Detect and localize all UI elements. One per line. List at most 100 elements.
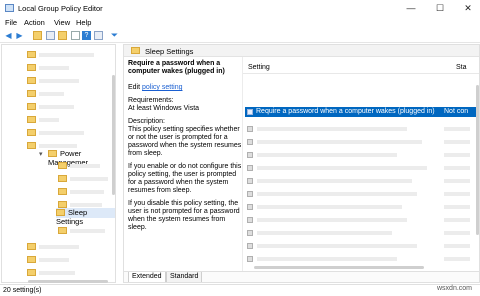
column-header-state[interactable]: Sta [456, 64, 467, 71]
folder-icon [27, 256, 36, 263]
tree-item[interactable] [58, 175, 108, 185]
help-icon[interactable]: ? [82, 31, 91, 40]
setting-row[interactable] [245, 163, 479, 173]
setting-row[interactable] [245, 124, 479, 134]
folder-icon [58, 162, 67, 169]
policy-setting-icon [247, 165, 253, 171]
settings-vertical-scrollbar[interactable] [476, 85, 479, 235]
tree-item[interactable] [27, 103, 74, 113]
tree-item[interactable] [27, 90, 64, 100]
folder-up-icon[interactable] [33, 31, 42, 40]
policy-setting-icon [247, 204, 253, 210]
tree-item[interactable] [27, 116, 59, 126]
properties-icon[interactable] [94, 31, 103, 40]
close-button[interactable]: ✕ [459, 1, 477, 15]
tree-item[interactable] [27, 243, 79, 253]
menu-file[interactable]: File [5, 18, 17, 27]
tree-item[interactable] [27, 64, 69, 74]
edit-policy-link[interactable]: policy setting [142, 84, 182, 91]
setting-row[interactable] [245, 189, 479, 199]
description-label: Description: This policy setting specifie… [128, 118, 242, 157]
setting-row[interactable] [245, 228, 479, 238]
details-pane: Sleep Settings Require a password when a… [123, 44, 480, 283]
policy-setting-icon [247, 217, 253, 223]
folder-icon [58, 227, 67, 234]
policy-setting-icon [247, 126, 253, 132]
watermark: wsxdn.com [437, 285, 473, 292]
tree-item[interactable] [58, 162, 100, 172]
tree-item-power-management[interactable]: ▾ Power Managemer [39, 149, 115, 167]
policy-setting-icon [247, 256, 253, 262]
folder-icon [58, 188, 67, 195]
setting-row-selected[interactable]: Require a password when a computer wakes… [245, 107, 479, 117]
tree-item[interactable] [58, 188, 104, 198]
folder-icon [58, 201, 67, 208]
policy-setting-icon [247, 178, 253, 184]
settings-horizontal-scrollbar[interactable] [254, 266, 424, 269]
policy-setting-icon [247, 109, 253, 115]
setting-row[interactable] [245, 215, 479, 225]
policy-setting-icon [247, 243, 253, 249]
column-header-setting[interactable]: Setting [248, 64, 270, 71]
policy-setting-icon [247, 191, 253, 197]
policy-setting-icon [247, 230, 253, 236]
menu-bar: File Action View Help [0, 17, 480, 28]
title-bar: Local Group Policy Editor — ☐ ✕ [0, 0, 480, 16]
folder-icon [27, 116, 36, 123]
view-tabs: Extended Standard [124, 271, 479, 282]
policy-setting-icon [247, 152, 253, 158]
description-disable: If you disable this policy setting, the … [128, 200, 240, 231]
details-header: Sleep Settings [124, 45, 479, 57]
status-bar: 20 setting(s) [0, 284, 480, 296]
tree-vertical-scrollbar[interactable] [112, 75, 115, 195]
tree-item[interactable] [27, 256, 69, 266]
edit-line: Edit policy setting [128, 84, 183, 91]
setting-row[interactable] [245, 176, 479, 186]
menu-view[interactable]: View [54, 18, 70, 27]
minimize-button[interactable]: — [402, 1, 420, 15]
setting-title: Require a password when a computer wakes… [128, 60, 225, 75]
folder-icon [27, 103, 36, 110]
tree-item[interactable] [58, 227, 105, 237]
refresh-icon[interactable] [71, 31, 80, 40]
pane-divider [242, 57, 243, 272]
folder-icon [27, 64, 36, 71]
tab-standard[interactable]: Standard [166, 272, 203, 282]
filter-icon[interactable]: ⏷ [110, 31, 119, 40]
column-header-underline [243, 73, 479, 74]
requirements: Requirements: At least Windows Vista [128, 97, 200, 112]
setting-row[interactable] [245, 150, 479, 160]
tab-extended[interactable]: Extended [128, 272, 166, 282]
group-policy-app-icon [5, 4, 14, 12]
folder-icon [27, 142, 36, 149]
extended-description: Require a password when a computer wakes… [128, 60, 242, 237]
setting-row[interactable] [245, 241, 479, 251]
window-title: Local Group Policy Editor [18, 4, 103, 13]
folder-icon [27, 90, 36, 97]
setting-row[interactable] [245, 254, 479, 264]
tree-item[interactable] [27, 77, 79, 87]
tree-item[interactable] [27, 129, 84, 139]
tree-item[interactable] [27, 269, 75, 279]
folder-icon [48, 150, 57, 157]
folder-icon [27, 77, 36, 84]
status-setting-count: 20 setting(s) [3, 287, 42, 294]
setting-row[interactable] [245, 202, 479, 212]
forward-arrow-icon[interactable]: ▶ [15, 31, 24, 40]
description-enable: If you enable or do not configure this p… [128, 163, 242, 194]
menu-action[interactable]: Action [24, 18, 45, 27]
export-list-icon[interactable] [58, 31, 67, 40]
folder-icon [58, 175, 67, 182]
setting-row[interactable] [245, 137, 479, 147]
tree-item[interactable] [27, 51, 94, 61]
back-arrow-icon[interactable]: ◀ [4, 31, 13, 40]
tree-horizontal-scrollbar[interactable] [28, 280, 108, 283]
policy-setting-icon [247, 139, 253, 145]
show-hide-tree-icon[interactable] [46, 31, 55, 40]
folder-icon [56, 209, 65, 216]
tree-item-sleep-settings[interactable]: Sleep Settings [56, 208, 115, 226]
folder-icon [27, 51, 36, 58]
chevron-down-icon[interactable]: ▾ [39, 150, 43, 158]
maximize-button[interactable]: ☐ [431, 1, 449, 15]
menu-help[interactable]: Help [76, 18, 91, 27]
